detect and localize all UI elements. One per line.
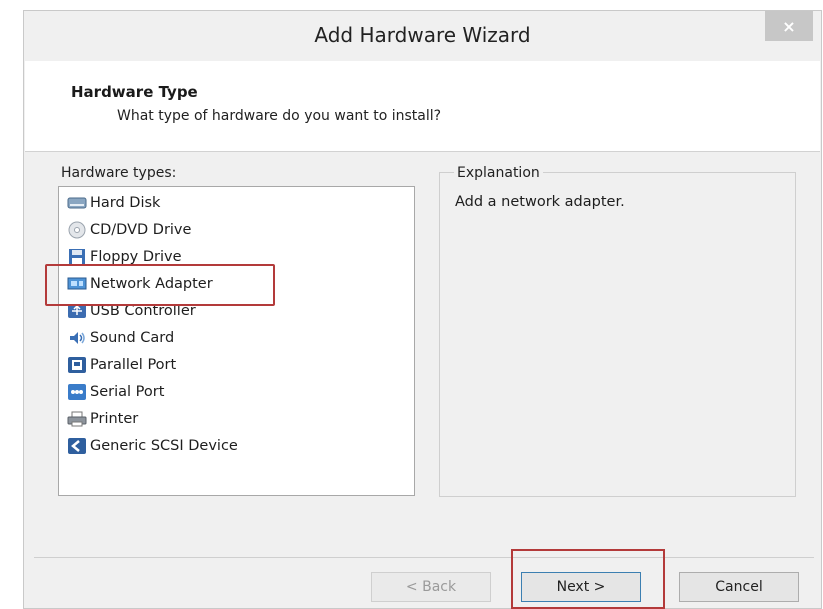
title-bar[interactable]: Add Hardware Wizard ×	[24, 11, 821, 61]
list-item-label: CD/DVD Drive	[90, 222, 192, 238]
close-button[interactable]: ×	[765, 11, 813, 41]
sound-card-icon	[67, 329, 87, 347]
hardware-types-label: Hardware types:	[61, 165, 177, 181]
list-item-label: Sound Card	[90, 330, 175, 346]
list-item-printer[interactable]: Printer	[67, 406, 138, 432]
list-item-label: Parallel Port	[90, 357, 177, 373]
list-item-serial-port[interactable]: Serial Port	[67, 379, 164, 405]
cd-dvd-icon	[67, 221, 87, 239]
page-subheading: What type of hardware do you want to ins…	[117, 108, 442, 124]
list-item-label: Floppy Drive	[90, 249, 182, 265]
cancel-button[interactable]: Cancel	[679, 572, 799, 602]
hard-disk-icon	[67, 194, 87, 212]
network-adapter-highlight	[45, 264, 275, 306]
explanation-text: Add a network adapter.	[455, 194, 625, 210]
next-button-highlight	[511, 549, 665, 609]
page-heading: Hardware Type	[71, 83, 198, 101]
list-item-generic-scsi-device[interactable]: Generic SCSI Device	[67, 433, 238, 459]
footer-divider	[34, 557, 814, 558]
list-item-label: Serial Port	[90, 384, 165, 400]
list-item-label: Hard Disk	[90, 195, 161, 211]
printer-icon	[67, 410, 87, 428]
back-button[interactable]: < Back	[371, 572, 491, 602]
list-item-label: Generic SCSI Device	[90, 438, 238, 454]
window-title: Add Hardware Wizard	[314, 23, 531, 47]
list-item-sound-card[interactable]: Sound Card	[67, 325, 174, 351]
serial-port-icon	[67, 383, 87, 401]
list-item-parallel-port[interactable]: Parallel Port	[67, 352, 176, 378]
scsi-icon	[67, 437, 87, 455]
list-item-cd-dvd-drive[interactable]: CD/DVD Drive	[67, 217, 191, 243]
wizard-header: Hardware Type What type of hardware do y…	[25, 61, 820, 152]
list-item-hard-disk[interactable]: Hard Disk	[67, 190, 160, 216]
parallel-port-icon	[67, 356, 87, 374]
close-icon: ×	[782, 16, 796, 36]
explanation-groupbox	[439, 172, 796, 497]
add-hardware-wizard-window: Add Hardware Wizard × Hardware Type What…	[23, 10, 822, 609]
list-item-label: Printer	[90, 411, 139, 427]
explanation-label: Explanation	[454, 165, 543, 181]
hardware-types-listbox[interactable]: Hard Disk CD/DVD Drive Floppy Drive Netw…	[58, 186, 415, 496]
